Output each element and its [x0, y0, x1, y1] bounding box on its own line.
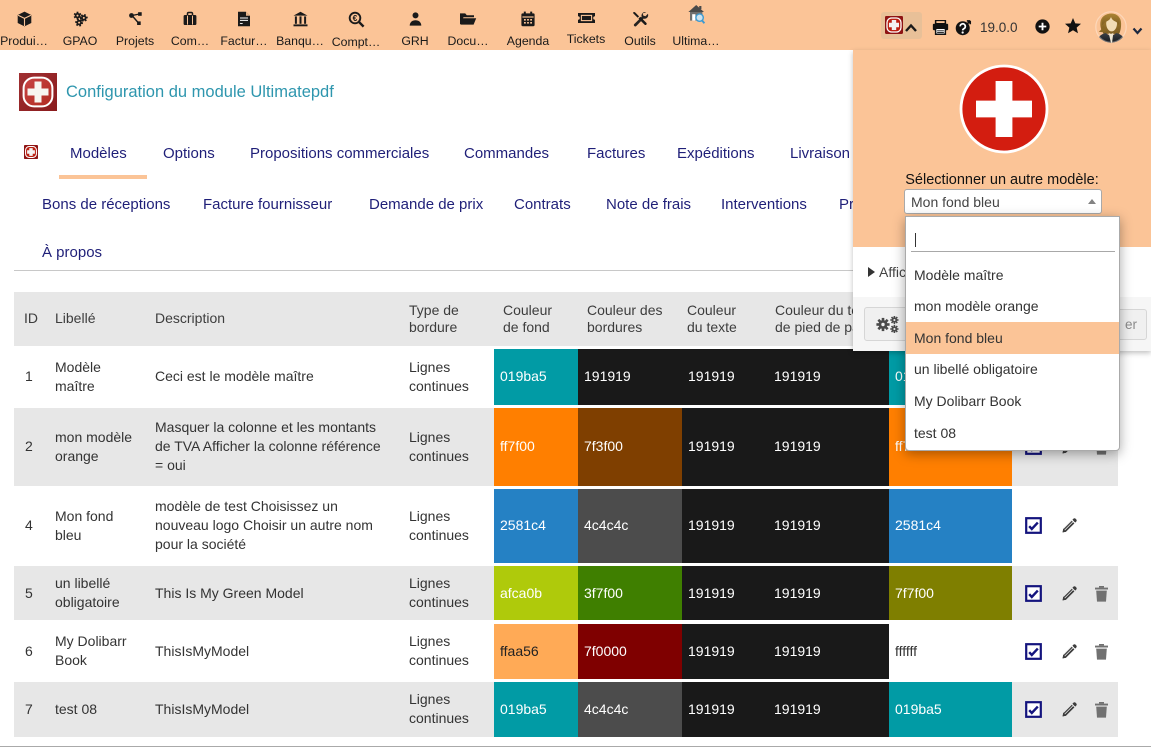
svg-text:€: € — [352, 13, 357, 23]
